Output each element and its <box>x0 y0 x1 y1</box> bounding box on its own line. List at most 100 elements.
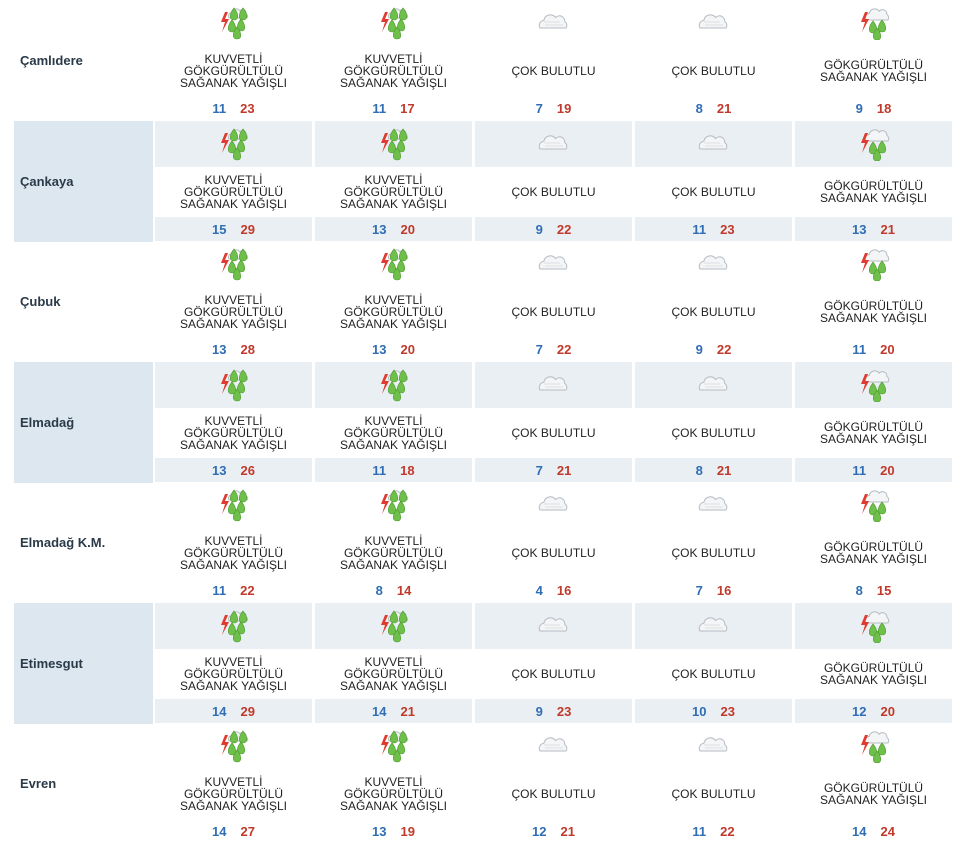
min-temperature: 11 <box>372 100 387 116</box>
condition-label: KUVVETLİ GÖKGÜRÜLTÜLÜ SAĞANAK YAĞIŞLI <box>180 534 287 572</box>
max-temperature: 17 <box>400 100 415 116</box>
max-temperature: 20 <box>880 703 895 719</box>
max-temperature: 21 <box>560 823 575 839</box>
max-temperature: 18 <box>400 462 415 478</box>
icon-cell <box>795 362 952 408</box>
condition-label: KUVVETLİ GÖKGÜRÜLTÜLÜ SAĞANAK YAĞIŞLI <box>180 173 287 211</box>
condition-label: GÖKGÜRÜLTÜLÜ SAĞANAK YAĞIŞLI <box>820 58 927 84</box>
location-row: Etimesgut KUVVETLİ GÖKGÜRÜLTÜLÜ SAĞANAK Y… <box>0 603 955 724</box>
day-forecast: KUVVETLİ GÖKGÜRÜLTÜLÜ SAĞANAK YAĞIŞLI 13 2… <box>155 241 312 362</box>
condition-label: KUVVETLİ GÖKGÜRÜLTÜLÜ SAĞANAK YAĞIŞLI <box>340 52 447 90</box>
temperature-range: 13 20 <box>315 217 472 241</box>
condition-label: KUVVETLİ GÖKGÜRÜLTÜLÜ SAĞANAK YAĞIŞLI <box>180 655 287 693</box>
icon-cell <box>795 121 952 167</box>
day-forecast: KUVVETLİ GÖKGÜRÜLTÜLÜ SAĞANAK YAĞIŞLI 14 2… <box>155 603 312 724</box>
max-temperature: 21 <box>556 462 572 478</box>
icon-cell <box>475 603 632 649</box>
location-name[interactable]: Etimesgut <box>14 603 153 724</box>
max-temperature: 20 <box>880 462 895 478</box>
min-temperature: 9 <box>535 221 543 237</box>
temperature-range: 8 14 <box>315 578 472 602</box>
temperature-range: 14 29 <box>155 699 312 723</box>
day-forecast: KUVVETLİ GÖKGÜRÜLTÜLÜ SAĞANAK YAĞIŞLI 11 1… <box>315 362 472 483</box>
day-forecast: ÇOK BULUTLU 8 21 <box>635 0 792 121</box>
condition-label: ÇOK BULUTLU <box>671 426 756 440</box>
day-forecast: GÖKGÜRÜLTÜLÜ SAĞANAK YAĞIŞLI 11 20 <box>795 362 952 483</box>
max-temperature: 23 <box>240 100 255 116</box>
location-name[interactable]: Çamlıdere <box>14 0 153 121</box>
thunderstorm-rain-icon <box>857 6 891 40</box>
cloudy-icon <box>697 609 731 643</box>
icon-cell <box>475 0 632 46</box>
day-forecast: ÇOK BULUTLU 7 19 <box>475 0 632 121</box>
cloudy-icon <box>537 127 571 161</box>
day-forecast: KUVVETLİ GÖKGÜRÜLTÜLÜ SAĞANAK YAĞIŞLI 8 14 <box>315 482 472 603</box>
min-temperature: 13 <box>372 221 387 237</box>
cloudy-icon <box>537 488 571 522</box>
temperature-range: 9 18 <box>795 96 952 120</box>
condition-label: KUVVETLİ GÖKGÜRÜLTÜLÜ SAĞANAK YAĞIŞLI <box>340 655 447 693</box>
min-temperature: 13 <box>372 341 387 357</box>
min-temperature: 7 <box>535 100 543 116</box>
condition-label: KUVVETLİ GÖKGÜRÜLTÜLÜ SAĞANAK YAĞIŞLI <box>340 775 447 813</box>
day-forecast: GÖKGÜRÜLTÜLÜ SAĞANAK YAĞIŞLI 11 20 <box>795 241 952 362</box>
condition-label: KUVVETLİ GÖKGÜRÜLTÜLÜ SAĞANAK YAĞIŞLI <box>180 775 287 813</box>
day-forecast: ÇOK BULUTLU 11 22 <box>635 723 792 844</box>
max-temperature: 16 <box>556 582 572 598</box>
min-temperature: 13 <box>372 823 387 839</box>
storm-heavy-rain-icon <box>377 609 411 643</box>
storm-heavy-rain-icon <box>217 609 251 643</box>
location-name[interactable]: Çubuk <box>14 241 153 362</box>
condition-label: KUVVETLİ GÖKGÜRÜLTÜLÜ SAĞANAK YAĞIŞLI <box>340 534 447 572</box>
icon-cell <box>475 482 632 528</box>
condition-label: ÇOK BULUTLU <box>511 667 596 681</box>
day-forecast: ÇOK BULUTLU 11 23 <box>635 121 792 242</box>
storm-heavy-rain-icon <box>377 488 411 522</box>
temperature-range: 7 16 <box>635 578 792 602</box>
location-name[interactable]: Elmadağ <box>14 362 153 483</box>
max-temperature: 18 <box>876 100 892 116</box>
temperature-range: 9 22 <box>475 217 632 241</box>
icon-cell <box>155 482 312 528</box>
temperature-range: 11 18 <box>315 458 472 482</box>
day-forecast: ÇOK BULUTLU 12 21 <box>475 723 632 844</box>
condition-label: GÖKGÜRÜLTÜLÜ SAĞANAK YAĞIŞLI <box>820 179 927 205</box>
temperature-range: 7 22 <box>475 337 632 361</box>
cloudy-icon <box>697 247 731 281</box>
temperature-range: 13 20 <box>315 337 472 361</box>
day-forecast: ÇOK BULUTLU 10 23 <box>635 603 792 724</box>
min-temperature: 13 <box>212 341 227 357</box>
max-temperature: 19 <box>556 100 572 116</box>
condition-label: GÖKGÜRÜLTÜLÜ SAĞANAK YAĞIŞLI <box>820 540 927 566</box>
storm-heavy-rain-icon <box>217 729 251 763</box>
min-temperature: 8 <box>375 582 383 598</box>
thunderstorm-rain-icon <box>857 729 891 763</box>
day-forecast: ÇOK BULUTLU 9 22 <box>475 121 632 242</box>
location-name[interactable]: Çankaya <box>14 121 153 242</box>
max-temperature: 16 <box>716 582 732 598</box>
max-temperature: 14 <box>396 582 412 598</box>
max-temperature: 20 <box>400 341 415 357</box>
day-forecast: ÇOK BULUTLU 7 21 <box>475 362 632 483</box>
min-temperature: 15 <box>212 221 227 237</box>
forecast-table: Çamlıdere KUVVETLİ GÖKGÜRÜLTÜLÜ SAĞANAK Y… <box>0 0 955 844</box>
min-temperature: 8 <box>695 462 703 478</box>
min-temperature: 4 <box>535 582 543 598</box>
min-temperature: 11 <box>372 462 387 478</box>
icon-cell <box>795 723 952 769</box>
temperature-range: 11 23 <box>635 217 792 241</box>
icon-cell <box>635 723 792 769</box>
condition-label: ÇOK BULUTLU <box>511 64 596 78</box>
day-forecast: KUVVETLİ GÖKGÜRÜLTÜLÜ SAĞANAK YAĞIŞLI 11 2… <box>155 0 312 121</box>
location-name[interactable]: Evren <box>14 723 153 844</box>
storm-heavy-rain-icon <box>217 368 251 402</box>
icon-cell <box>315 362 472 408</box>
temperature-range: 13 28 <box>155 337 312 361</box>
location-name[interactable]: Elmadağ K.M. <box>14 482 153 603</box>
condition-label: KUVVETLİ GÖKGÜRÜLTÜLÜ SAĞANAK YAĞIŞLI <box>340 414 447 452</box>
day-forecast: ÇOK BULUTLU 7 22 <box>475 241 632 362</box>
max-temperature: 21 <box>716 100 732 116</box>
thunderstorm-rain-icon <box>857 368 891 402</box>
min-temperature: 11 <box>852 341 867 357</box>
max-temperature: 22 <box>716 341 732 357</box>
